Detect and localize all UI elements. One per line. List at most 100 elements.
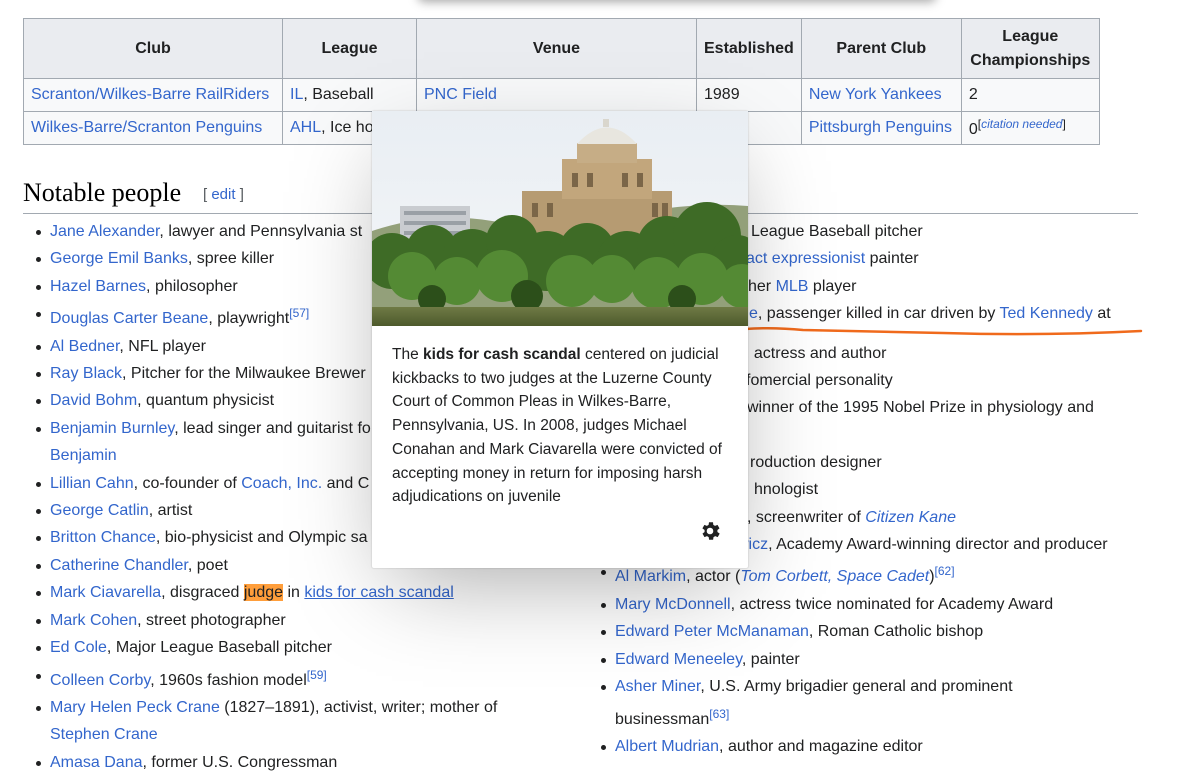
reference-link[interactable]: [57] [289, 306, 309, 320]
person-desc: , actor ( [686, 568, 741, 586]
person-desc: League Baseball pitcher [751, 223, 923, 240]
person-link[interactable]: Mark Cohen [50, 612, 137, 629]
person-desc: , quantum physicist [137, 392, 275, 410]
annotation-underline [743, 326, 1143, 336]
search-highlight: judge [243, 584, 284, 602]
table-header-row: Club League Venue Established Parent Clu… [23, 18, 1100, 79]
league-link[interactable]: AHL [290, 119, 321, 136]
person-desc: , former U.S. Congressman [142, 753, 338, 771]
extract-fade [612, 485, 732, 509]
person-link[interactable]: Benjamin Burnley [50, 420, 174, 437]
person-link[interactable]: Mark Ciavarella [50, 584, 161, 601]
person-desc: winner of the 1995 Nobel Prize in physio… [747, 399, 1094, 417]
parent-club-link[interactable]: Pittsburgh Penguins [809, 119, 952, 136]
citation-needed-link[interactable]: citation needed [981, 117, 1062, 131]
person-link[interactable]: e [749, 305, 758, 322]
person-link[interactable]: Al Bedner [50, 338, 119, 355]
championships-cell: 0[citation needed] [960, 111, 1100, 145]
venue-cell: PNC Field [416, 78, 697, 112]
person-link[interactable]: Mary Helen Peck Crane [50, 699, 220, 716]
gear-icon[interactable] [698, 519, 722, 543]
person-desc-continued: businessman [615, 710, 710, 728]
person-desc: , bio-physicist and Olympic sa [155, 529, 368, 547]
parent-cell: New York Yankees [800, 78, 962, 112]
edit-link[interactable]: edit [211, 186, 235, 203]
person-desc: hnologist [754, 481, 819, 499]
person-desc: , lawyer and Pennsylvania st [159, 223, 363, 240]
person-link[interactable]: Amasa Dana [50, 754, 143, 771]
person-desc-continued: and C [322, 474, 370, 492]
preview-thumbnail[interactable] [372, 111, 748, 326]
person-desc: , co-founder of [133, 474, 242, 492]
person-link[interactable]: Albert Mudrian [615, 738, 719, 755]
reference-link[interactable]: [63] [709, 707, 729, 721]
parent-club-link[interactable]: New York Yankees [809, 86, 942, 103]
person-desc: , Roman Catholic bishop [808, 623, 984, 641]
person-link[interactable]: David Bohm [50, 392, 137, 409]
tv-show-link[interactable]: Tom Corbett, Space Cadet [740, 568, 929, 585]
person-desc: , U.S. Army brigadier general and promin… [700, 678, 1013, 696]
venue-link[interactable]: PNC Field [424, 86, 497, 103]
reference-link[interactable]: [62] [935, 564, 955, 578]
person-link[interactable]: Mary McDonnell [615, 596, 731, 613]
person-link[interactable]: Edward Meneeley [615, 651, 742, 668]
extract-lead: The [392, 346, 424, 363]
person-link[interactable]: Edward Peter McManaman [615, 623, 809, 640]
person-desc: , Major League Baseball pitcher [106, 639, 332, 657]
person-desc: painter [865, 250, 919, 268]
person-link[interactable]: Ray Black [50, 365, 122, 382]
list-item: Edward Peter McManaman, Roman Catholic b… [601, 618, 1161, 645]
person-desc-continued: player [808, 277, 857, 295]
person-desc: , Academy Award-winning director and pro… [768, 536, 1108, 554]
extract-title: kids for cash scandal [423, 346, 581, 363]
header-club: Club [23, 18, 283, 79]
company-link[interactable]: Coach, Inc. [241, 475, 322, 492]
person-desc: , lead singer and guitarist fo [174, 419, 371, 437]
reference-link[interactable]: [59] [307, 668, 327, 682]
person-link[interactable]: Catherine Chandler [50, 557, 188, 574]
person-link[interactable]: Britton Chance [50, 529, 156, 546]
list-item: Colleen Corby, 1960s fashion model[59] [36, 662, 596, 694]
club-cell: Scranton/Wilkes-Barre RailRiders [23, 78, 283, 112]
header-established: Established [696, 18, 802, 79]
list-item: Mark Ciavarella, disgraced judge in kids… [36, 579, 596, 606]
ted-kennedy-link[interactable]: Ted Kennedy [1000, 305, 1093, 322]
league-link[interactable]: IL [290, 86, 303, 103]
person-link[interactable]: Lillian Cahn [50, 475, 134, 492]
person-desc: her [748, 277, 776, 295]
kids-for-cash-link[interactable]: kids for cash scandal [304, 584, 453, 601]
person-link[interactable]: George Emil Banks [50, 250, 188, 267]
club-link[interactable]: Scranton/Wilkes-Barre RailRiders [31, 86, 269, 103]
citizen-kane-link[interactable]: Citizen Kane [865, 509, 956, 526]
person-desc: (1827–1891), activist, writer; mother of [219, 698, 498, 716]
header-venue: Venue [416, 18, 697, 79]
mlb-link[interactable]: MLB [776, 278, 809, 295]
person-link[interactable]: Jane Alexander [50, 223, 159, 240]
art-movement-link[interactable]: act expressionist [746, 250, 865, 267]
person-link[interactable]: Hazel Barnes [50, 278, 146, 295]
edit-bracket-close: ] [235, 186, 244, 203]
header-league-championships: League Championships [960, 18, 1100, 79]
person-link-continued[interactable]: Benjamin [50, 447, 117, 464]
club-cell: Wilkes-Barre/Scranton Penguins [23, 111, 283, 145]
person-link[interactable]: Asher Miner [615, 678, 700, 695]
edit-section: [ edit ] [203, 186, 244, 203]
person-desc: , street photographer [137, 611, 286, 629]
person-link[interactable]: Colleen Corby [50, 672, 150, 689]
person-link[interactable]: Douglas Carter Beane [50, 310, 208, 327]
person-link[interactable]: Al Markim [615, 568, 686, 585]
established-cell: 1989 [696, 78, 802, 112]
table-row: Scranton/Wilkes-Barre RailRiders IL, Bas… [23, 78, 1100, 112]
page-preview-popup[interactable]: The kids for cash scandal centered on ju… [372, 111, 748, 568]
person-desc: , playwright [208, 310, 290, 328]
list-item: Edward Meneeley, painter [601, 646, 1161, 673]
person-link[interactable]: Ed Cole [50, 639, 107, 656]
list-item: Mary Helen Peck Crane (1827–1891), activ… [36, 694, 596, 749]
person-link-continued[interactable]: Stephen Crane [50, 726, 158, 743]
person-desc-continued: at [1092, 305, 1111, 323]
person-desc: roduction designer [750, 453, 882, 471]
person-desc: , Pitcher for the Milwaukee Brewer [122, 365, 366, 383]
club-link[interactable]: Wilkes-Barre/Scranton Penguins [31, 119, 262, 136]
person-link[interactable]: George Catlin [50, 502, 149, 519]
person-desc-continued: in [283, 584, 305, 602]
